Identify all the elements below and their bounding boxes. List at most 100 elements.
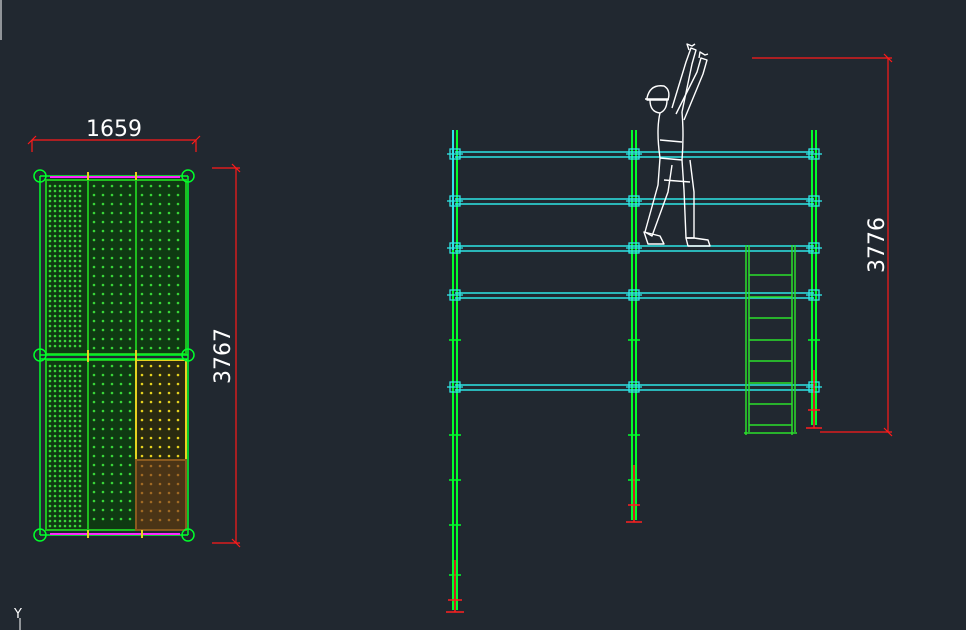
perforation-dot [167,193,171,197]
perforation-dot [140,373,144,377]
perforation-dot [63,304,67,308]
perforation-dot [63,509,67,513]
plan-height-dimension-text[interactable]: 3767 [211,328,236,384]
perforation-dot [176,482,180,486]
perforation-dot [167,464,171,468]
perforation-dot [73,379,77,383]
perforation-dot [63,199,67,203]
perforation-dot [58,219,62,223]
perforation-dot [128,373,132,377]
perforation-dot [128,409,132,413]
perforation-dot [48,504,52,508]
perforation-dot [101,499,105,503]
perforation-dot [68,479,72,483]
plan-width-dimension-text[interactable]: 1659 [86,117,142,142]
perforation-dot [101,418,105,422]
perforation-dot [58,214,62,218]
perforation-dot [140,202,144,206]
perforation-dot [58,204,62,208]
perforation-dot [78,389,82,393]
perforation-dot [78,374,82,378]
perforation-dot [92,265,96,269]
perforation-dot [68,324,72,328]
perforation-dot [140,337,144,341]
perforation-dot [78,269,82,273]
perforation-dot [73,304,77,308]
perforation-dot [68,344,72,348]
perforation-dot [176,193,180,197]
perforation-dot [63,419,67,423]
perforation-dot [78,264,82,268]
elevation-view[interactable]: 3776 [446,43,893,613]
plan-view[interactable]: 1659 3767 [27,117,241,548]
perforation-dot [48,484,52,488]
perforation-dot [73,329,77,333]
perforation-dot [58,444,62,448]
perforation-dot [176,454,180,458]
perforation-dot [48,249,52,253]
perforation-dot [48,284,52,288]
perforation-dot [68,384,72,388]
perforation-dot [101,454,105,458]
perforation-dot [53,484,57,488]
perforation-dot [92,481,96,485]
perforation-dot [68,184,72,188]
perforation-dot [119,274,123,278]
perforation-dot [92,346,96,350]
perforation-dot [128,517,132,521]
perforation-dot [92,436,96,440]
perforation-dot [128,247,132,251]
perforation-dot [68,229,72,233]
perforation-dot [58,459,62,463]
perforation-dot [53,389,57,393]
perforation-dot [176,292,180,296]
perforation-dot [48,449,52,453]
perforation-dot [48,464,52,468]
perforation-dot [128,265,132,269]
perforation-dot [128,454,132,458]
perforation-dot [140,491,144,495]
perforation-dot [73,274,77,278]
perforation-dot [53,319,57,323]
perforation-dot [149,328,153,332]
perforation-dot [73,254,77,258]
perforation-dot [63,214,67,218]
perforation-dot [58,199,62,203]
perforation-dot [92,418,96,422]
perforation-dot [128,238,132,242]
perforation-dot [119,256,123,260]
perforation-dot [58,434,62,438]
perforation-dot [48,299,52,303]
perforation-dot [48,444,52,448]
perforation-dot [158,482,162,486]
perforation-dot [63,284,67,288]
perforation-dot [78,344,82,348]
perforation-dot [58,314,62,318]
perforation-dot [176,382,180,386]
perforation-dot [128,229,132,233]
perforation-dot [167,229,171,233]
perforation-dot [78,429,82,433]
perforation-dot [68,319,72,323]
perforation-dot [110,310,114,314]
perforation-dot [149,229,153,233]
perforation-dot [53,259,57,263]
perforation-dot [48,244,52,248]
elevation-height-dimension-text[interactable]: 3776 [865,217,890,273]
perforation-dot [73,259,77,263]
perforation-dot [149,319,153,323]
perforation-dot [53,264,57,268]
perforation-dot [48,194,52,198]
perforation-dot [48,494,52,498]
cad-drawing-canvas[interactable]: 1659 3767 3776 Y [0,0,966,630]
perforation-dot [78,394,82,398]
perforation-dot [63,229,67,233]
perforation-dot [68,424,72,428]
perforation-dot [63,319,67,323]
perforation-dot [140,247,144,251]
perforation-dot [119,301,123,305]
perforation-dot [68,454,72,458]
perforation-dot [101,346,105,350]
perforation-dot [48,309,52,313]
perforation-dot [92,517,96,521]
